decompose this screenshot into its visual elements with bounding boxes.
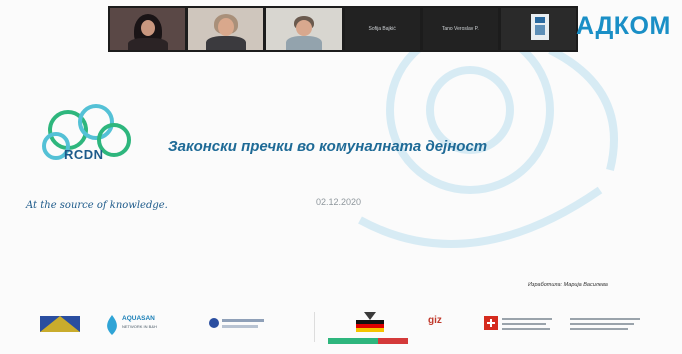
participant-strip: Sofija Bajkić Tano Veroslav P. (108, 6, 578, 52)
presentation-slide: Sofija Bajkić Tano Veroslav P. АДКОМ RCD… (0, 0, 682, 354)
brand-text: АДКОМ (576, 12, 671, 40)
slogan: At the source of knowledge. (26, 200, 168, 211)
divider (314, 312, 315, 342)
participant-tile[interactable] (500, 8, 577, 50)
partner-text-logo-2 (570, 318, 640, 330)
participant-tile[interactable] (188, 8, 264, 50)
german-cooperation-logo (328, 312, 408, 344)
aquasan-label: AQUASAN (122, 315, 155, 322)
aquasan-sublabel: NETWORK IN B&H (122, 324, 157, 329)
swiss-flag-icon (484, 316, 498, 330)
slide-title: Законски пречки во комуналната дејност (168, 138, 488, 155)
slide-author: Изработила: Марија Василева (528, 282, 608, 288)
partner-logo-1 (40, 316, 80, 332)
partner-logo-3 (209, 318, 264, 328)
rcdn-logo-text: RCDN (64, 147, 104, 162)
partner-logos: AQUASAN NETWORK IN B&H giz (30, 306, 660, 348)
participant-tile[interactable] (266, 8, 342, 50)
rcdn-logo (42, 104, 131, 160)
participant-avatar (530, 14, 549, 40)
participant-tile[interactable]: Tano Veroslav P. (422, 8, 498, 50)
participant-tile[interactable] (110, 8, 186, 50)
giz-logo-text: giz (428, 315, 442, 326)
partner-text-logo (502, 318, 552, 330)
slide-date: 02.12.2020 (316, 197, 362, 207)
aquasan-drop-icon (107, 315, 117, 335)
participant-tile[interactable]: Sofija Bajkić (344, 8, 420, 50)
